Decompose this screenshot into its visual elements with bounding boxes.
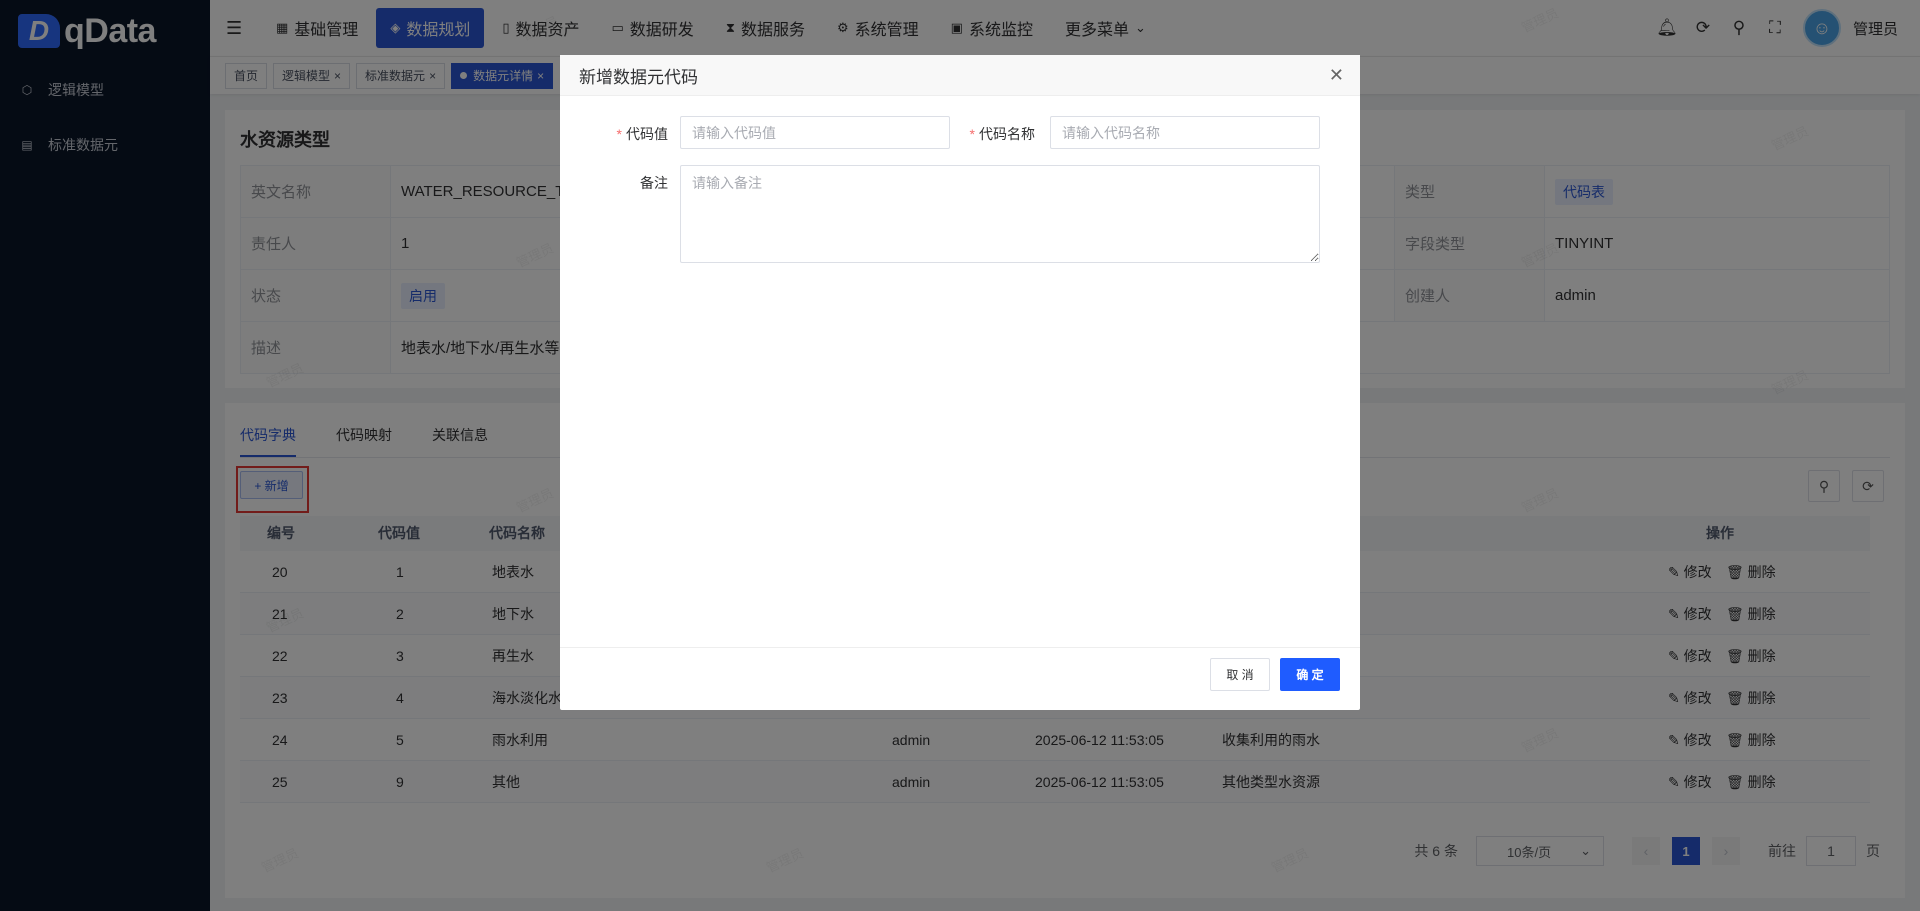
remark-textarea[interactable] [680,165,1320,263]
code-value-label: * 代码值 [600,124,668,144]
required-mark: * [616,126,622,142]
code-name-input[interactable] [1050,116,1320,149]
code-name-label: * 代码名称 [945,124,1035,144]
label-text: 代码值 [626,126,668,142]
confirm-button[interactable]: 确 定 [1280,658,1340,691]
dialog-header: 新增数据元代码 ✕ [560,55,1360,96]
code-value-input[interactable] [680,116,950,149]
add-code-dialog: 新增数据元代码 ✕ *代码值 *代码名称 备注 取 消 确 定 [560,55,1360,710]
close-icon[interactable]: ✕ [1329,65,1344,86]
remark-label: 备注 [640,175,668,191]
required-mark: * [969,126,975,142]
label-text: 代码名称 [979,126,1035,142]
dialog-footer: 取 消 确 定 [560,647,1360,710]
dialog-title: 新增数据元代码 [579,67,698,87]
cancel-button[interactable]: 取 消 [1210,658,1270,691]
